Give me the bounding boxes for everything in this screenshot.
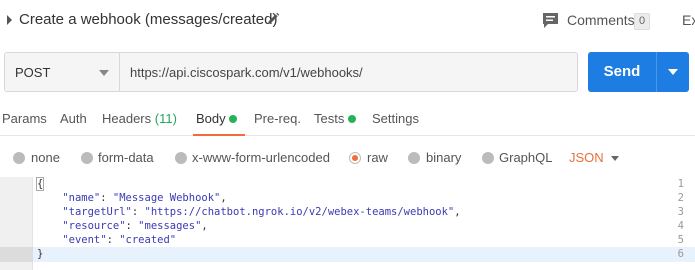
- tab-body[interactable]: Body: [196, 111, 226, 126]
- tab-headers[interactable]: Headers (11): [102, 111, 177, 126]
- chevron-down-icon: [668, 69, 678, 75]
- tab-headers-count: (11): [154, 111, 177, 126]
- pencil-icon[interactable]: [266, 12, 280, 26]
- active-line-gutter: [0, 247, 33, 262]
- option-label-graphql[interactable]: GraphQL: [499, 150, 552, 165]
- body-indicator-dot: [229, 115, 237, 123]
- line-number: 5: [677, 234, 684, 246]
- code-line[interactable]: "event": "created": [37, 234, 176, 246]
- active-tab-underline: [193, 134, 245, 136]
- radio-none[interactable]: [13, 152, 25, 164]
- radio-raw[interactable]: [349, 152, 361, 164]
- tab-params[interactable]: Params: [2, 111, 47, 126]
- request-header: Create a webhook (messages/created) Comm…: [0, 0, 695, 42]
- request-title[interactable]: Create a webhook (messages/created): [19, 11, 277, 28]
- tab-pre-request[interactable]: Pre-req.: [254, 111, 301, 126]
- tab-settings[interactable]: Settings: [372, 111, 419, 126]
- examples-label[interactable]: Ex: [682, 12, 695, 28]
- request-tabs: Params Auth Headers (11) Body Pre-req. T…: [0, 100, 695, 136]
- send-options-button[interactable]: [656, 52, 689, 92]
- send-button[interactable]: Send: [588, 52, 656, 92]
- code-line[interactable]: {: [35, 177, 45, 191]
- body-type-options: none form-data x-www-form-urlencoded raw…: [0, 137, 695, 177]
- code-line[interactable]: "targetUrl": "https://chatbot.ngrok.io/v…: [37, 206, 460, 218]
- body-format-select[interactable]: JSON: [569, 150, 604, 165]
- option-label-form-data[interactable]: form-data: [98, 150, 154, 165]
- method-select[interactable]: POST: [4, 52, 119, 92]
- tab-headers-label: Headers: [102, 111, 152, 126]
- body-editor[interactable]: 1 2 3 4 5 6 { "name": "Message Webhook",…: [0, 177, 695, 270]
- comments-count-badge: 0: [634, 13, 650, 30]
- line-number: 4: [677, 220, 684, 232]
- url-input[interactable]: [119, 52, 578, 92]
- tests-indicator-dot: [348, 115, 356, 123]
- tab-tests[interactable]: Tests: [314, 111, 344, 126]
- line-number: 6: [677, 248, 684, 260]
- chevron-down-icon[interactable]: [611, 156, 619, 161]
- line-number: 3: [677, 206, 684, 218]
- tab-auth[interactable]: Auth: [60, 111, 87, 126]
- option-label-binary[interactable]: binary: [426, 150, 461, 165]
- radio-binary[interactable]: [408, 152, 420, 164]
- comments-label[interactable]: Comments: [567, 12, 635, 28]
- radio-form-data[interactable]: [81, 152, 93, 164]
- active-line-highlight: [33, 247, 695, 262]
- radio-x-www-form-urlencoded[interactable]: [175, 152, 187, 164]
- option-label-raw[interactable]: raw: [367, 150, 388, 165]
- comments-icon[interactable]: [542, 12, 559, 29]
- radio-graphql[interactable]: [482, 152, 494, 164]
- option-label-none[interactable]: none: [31, 150, 60, 165]
- expand-arrow-icon[interactable]: [7, 15, 12, 25]
- line-number: 2: [677, 192, 684, 204]
- code-line[interactable]: "name": "Message Webhook",: [37, 192, 226, 204]
- method-value: POST: [15, 65, 51, 80]
- option-label-x-www-form-urlencoded[interactable]: x-www-form-urlencoded: [192, 150, 330, 165]
- code-line[interactable]: "resource": "messages",: [37, 220, 207, 232]
- code-line[interactable]: }: [37, 248, 43, 260]
- chevron-down-icon: [99, 70, 109, 76]
- line-number: 1: [677, 178, 684, 190]
